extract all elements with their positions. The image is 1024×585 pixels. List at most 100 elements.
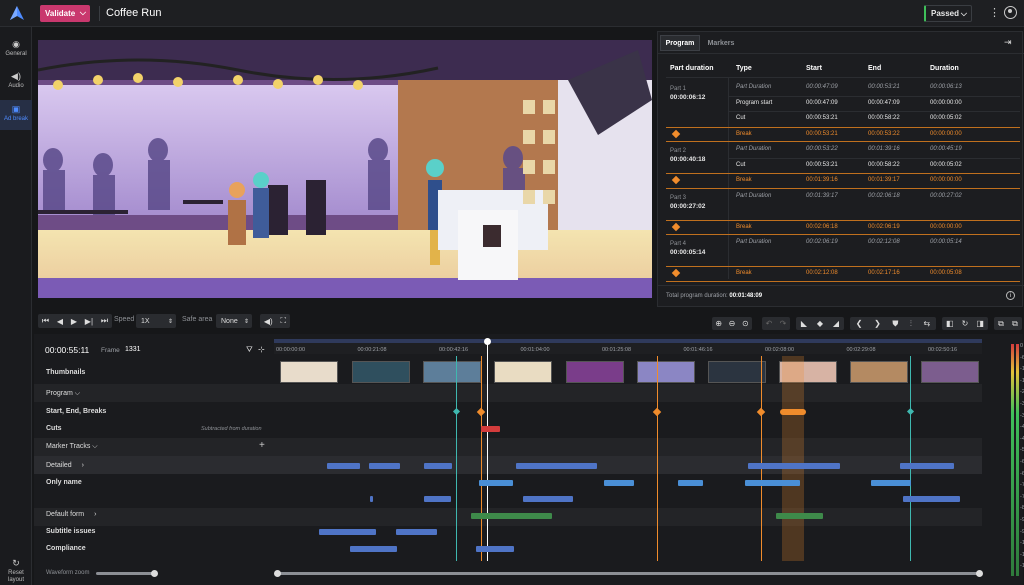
play-icon[interactable]: ▶ [71,317,77,326]
break-cell-start: 00:02:06:18 [806,223,838,230]
break-marker[interactable] [780,409,806,415]
next-marker-icon[interactable]: ❯ [874,319,881,328]
reset-layout-button[interactable]: ↻ Reset layout [0,554,32,584]
add-track-icon[interactable]: ⊹ [258,345,265,354]
redo-icon[interactable]: ↷ [780,319,787,328]
add-marker-track-icon[interactable]: + [259,440,265,451]
filter-icon[interactable]: ⛛ [246,345,253,355]
speed-select[interactable]: 1X ⇕ [136,314,176,328]
marker-clip[interactable] [871,480,911,486]
marker-clip[interactable] [476,546,514,552]
cut-segment[interactable] [481,426,500,432]
more-menu-icon[interactable]: ⋮ [989,6,1000,20]
marker-clip[interactable] [396,529,437,535]
timeline-scrollbar[interactable] [276,572,980,575]
marker-clip[interactable] [523,496,573,502]
break-line [657,356,658,561]
thumbnail[interactable] [850,361,908,383]
zoom-out-icon[interactable]: ⊖ [729,319,736,328]
validate-button[interactable]: Validate ⌵ [40,5,90,22]
safe-area-select[interactable]: None ⇕ [216,314,252,328]
marker-icon[interactable]: ◆ [817,319,823,328]
marker-clip[interactable] [745,480,800,486]
break-line [761,356,762,561]
prev-marker-icon[interactable]: ❮ [856,319,863,328]
program-start-marker[interactable] [452,407,461,416]
zoom-fit-icon[interactable]: ⊙ [742,319,749,328]
marker-clip[interactable] [678,480,703,486]
divider [728,157,1020,159]
waveform-zoom-slider[interactable] [96,572,154,575]
marker-clip[interactable] [319,529,376,535]
user-avatar-icon[interactable] [1004,6,1017,19]
thumbnail[interactable] [494,361,552,383]
rail-item-audio[interactable]: ◀) Audio [0,67,32,97]
frame-forward-icon[interactable]: ▶| [85,317,93,326]
undo-icon[interactable]: ↶ [766,319,773,328]
frame-back-icon[interactable]: ◀ [57,317,63,326]
scrollbar-handle-right[interactable] [976,570,983,577]
break-marker[interactable] [476,407,486,417]
rail-item-ad-break[interactable]: ▣ Ad break [0,100,32,130]
marker-clip[interactable] [370,496,373,502]
go-out-icon[interactable]: ◨ [976,319,984,328]
step-forward-icon[interactable]: ⏭ [101,316,108,326]
loop-icon[interactable]: ↻ [962,319,969,328]
thumbnail[interactable] [921,361,979,383]
waveform-zoom-handle[interactable] [151,570,158,577]
marker-in-icon[interactable]: ◣ [801,319,807,328]
program-panel: Program Markers ⇥ Part duration Type Sta… [657,31,1024,307]
video-frame[interactable] [38,40,652,298]
vu-tick-label: -102 [1020,540,1024,547]
copy-icon[interactable]: ⧉ [998,319,1004,329]
marker-clip[interactable] [327,463,360,469]
marker-clip[interactable] [424,463,452,469]
volume-icon[interactable]: ◀) [264,317,273,326]
playhead-handle[interactable] [484,338,491,345]
step-back-icon[interactable]: ⏮ [42,316,49,326]
thumbnail[interactable] [352,361,410,383]
thumbnail[interactable] [708,361,766,383]
zoom-in-icon[interactable]: ⊕ [715,319,722,328]
go-in-icon[interactable]: ◧ [946,319,954,328]
snap-icon[interactable]: ⛊ [892,319,898,329]
program-end-marker[interactable] [906,407,915,416]
cell-type: Cut [736,161,746,168]
marker-clip[interactable] [424,496,451,502]
break-marker[interactable] [652,407,662,417]
thumbnail[interactable] [637,361,695,383]
marker-clip[interactable] [900,463,954,469]
scrollbar-handle-left[interactable] [274,570,281,577]
status-dropdown[interactable]: Passed ⌵ [924,5,972,22]
cell-start: 00:02:06:19 [806,239,838,245]
ripple-icon[interactable]: ⇆ [924,319,931,328]
track-label-text: Detailed [46,462,72,469]
marker-clip[interactable] [516,463,597,469]
fullscreen-icon[interactable]: ⛶ [281,316,287,326]
ruler-tick-label: 00:01:04:00 [520,347,550,353]
marker-clip[interactable] [471,513,552,519]
marker-clip[interactable] [776,513,823,519]
track-label-default-form[interactable]: Default form › [46,511,96,518]
part-label: Part 1 [670,86,687,92]
marker-clip[interactable] [748,463,840,469]
marker-clip[interactable] [369,463,400,469]
track-label-program[interactable]: Program ⌵ [46,390,80,398]
track-label-marker-tracks[interactable]: Marker Tracks ⌵ [46,443,98,451]
split-icon[interactable]: ⫶ [910,319,912,329]
playhead[interactable] [487,342,488,561]
marker-clip[interactable] [479,480,513,486]
marker-clip[interactable] [350,546,397,552]
track-label-detailed[interactable]: Detailed › [46,462,84,469]
marker-out-icon[interactable]: ◢ [833,319,839,328]
thumbnail[interactable] [423,361,481,383]
vu-tick-label: -72 [1020,482,1024,489]
thumbnail[interactable] [566,361,624,383]
marker-clip[interactable] [604,480,634,486]
thumbnail[interactable] [280,361,338,383]
break-marker[interactable] [756,407,766,417]
paste-icon[interactable]: ⧉ [1012,319,1018,329]
marker-clip[interactable] [903,496,960,502]
rail-item-general[interactable]: ◉ General [0,35,32,65]
info-icon[interactable]: i [1006,291,1015,300]
